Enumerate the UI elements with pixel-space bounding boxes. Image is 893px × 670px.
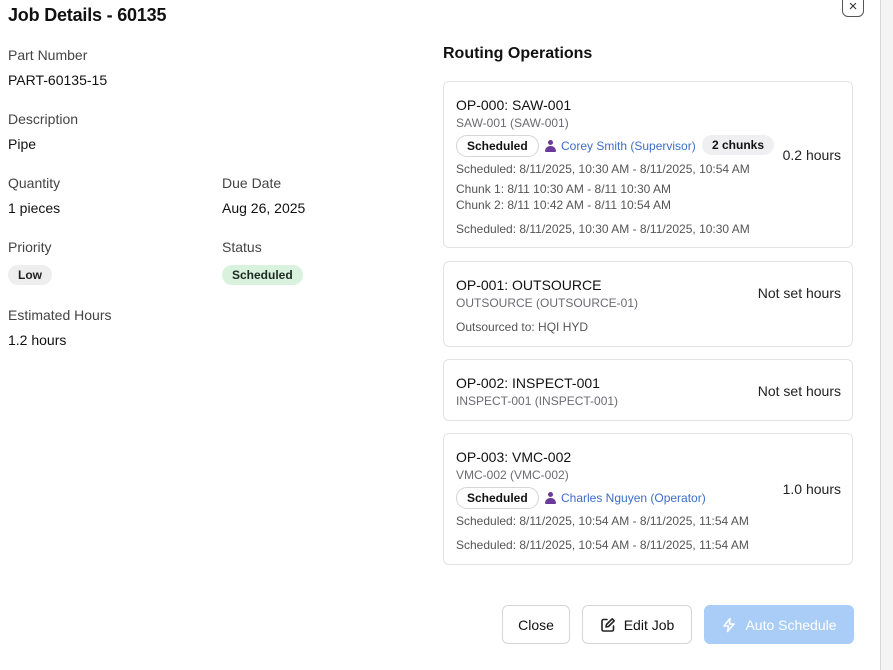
auto-schedule-button-label: Auto Schedule [745, 616, 837, 633]
assignee-name: Charles Nguyen (Operator) [561, 491, 706, 505]
status-label: Status [222, 239, 262, 255]
close-icon[interactable]: × [842, 0, 864, 17]
assignee-link[interactable]: Corey Smith (Supervisor) [545, 139, 696, 153]
edit-job-button[interactable]: Edit Job [582, 605, 692, 644]
operation-hours: Not set hours [757, 285, 841, 301]
part-number-label: Part Number [8, 47, 88, 63]
operation-card-op-000: OP-000: SAW-001 SAW-001 (SAW-001) Schedu… [443, 81, 853, 248]
chunk-2-range: Chunk 2: 8/11 10:42 AM - 8/11 10:54 AM [456, 198, 672, 212]
close-button-label: Close [518, 616, 554, 633]
operation-card-op-003: OP-003: VMC-002 VMC-002 (VMC-002) Schedu… [443, 433, 853, 565]
operation-hours: 1.0 hours [782, 481, 841, 497]
routing-operations-title: Routing Operations [443, 45, 593, 62]
operation-status-badge: Scheduled [456, 487, 539, 509]
part-number-value: PART-60135-15 [8, 72, 108, 88]
operation-resource: OUTSOURCE (OUTSOURCE-01) [456, 296, 639, 310]
lightning-icon [721, 617, 737, 633]
operation-card-op-002: OP-002: INSPECT-001 INSPECT-001 (INSPECT… [443, 359, 853, 421]
description-label: Description [8, 111, 79, 127]
scheduled-range: Scheduled: 8/11/2025, 10:30 AM - 8/11/20… [456, 162, 750, 176]
edit-job-button-label: Edit Job [623, 616, 675, 633]
due-date-value: Aug 26, 2025 [222, 200, 306, 216]
chunks-badge: 2 chunks [702, 135, 775, 155]
quantity-label: Quantity [8, 175, 61, 191]
status-badge: Scheduled [222, 265, 303, 285]
priority-label: Priority [8, 239, 52, 255]
operation-resource: INSPECT-001 (INSPECT-001) [456, 394, 619, 408]
job-details-dialog: Job Details - 60135 × Part Number PART-6… [0, 0, 881, 670]
operation-resource: VMC-002 (VMC-002) [456, 468, 569, 482]
person-icon [545, 492, 556, 504]
quantity-value: 1 pieces [8, 200, 61, 216]
operation-title: OP-002: INSPECT-001 [456, 375, 600, 391]
chunk-1-range: Chunk 1: 8/11 10:30 AM - 8/11 10:30 AM [456, 182, 672, 196]
close-button[interactable]: Close [502, 605, 570, 644]
scheduled-range: Scheduled: 8/11/2025, 10:54 AM - 8/11/20… [456, 514, 749, 528]
edit-icon [600, 617, 616, 633]
operation-resource: SAW-001 (SAW-001) [456, 116, 569, 130]
operation-hours: Not set hours [757, 383, 841, 399]
dialog-title: Job Details - 60135 [8, 5, 167, 25]
scheduled-range-secondary: Scheduled: 8/11/2025, 10:30 AM - 8/11/20… [456, 222, 750, 236]
operation-title: OP-001: OUTSOURCE [456, 277, 602, 293]
description-value: Pipe [8, 136, 37, 152]
person-icon [545, 140, 556, 152]
auto-schedule-button[interactable]: Auto Schedule [704, 605, 854, 644]
scheduled-range-secondary: Scheduled: 8/11/2025, 10:54 AM - 8/11/20… [456, 538, 749, 552]
estimated-hours-value: 1.2 hours [8, 332, 67, 348]
operation-title: OP-000: SAW-001 [456, 97, 572, 113]
operation-title: OP-003: VMC-002 [456, 449, 572, 465]
estimated-hours-label: Estimated Hours [8, 307, 112, 323]
operation-hours: 0.2 hours [782, 147, 841, 163]
operation-status-badge: Scheduled [456, 135, 539, 157]
due-date-label: Due Date [222, 175, 282, 191]
operation-card-op-001: OP-001: OUTSOURCE OUTSOURCE (OUTSOURCE-0… [443, 261, 853, 347]
assignee-name: Corey Smith (Supervisor) [561, 139, 696, 153]
outsourced-to: Outsourced to: HQI HYD [456, 320, 589, 334]
assignee-link[interactable]: Charles Nguyen (Operator) [545, 491, 706, 505]
priority-badge: Low [8, 265, 52, 285]
